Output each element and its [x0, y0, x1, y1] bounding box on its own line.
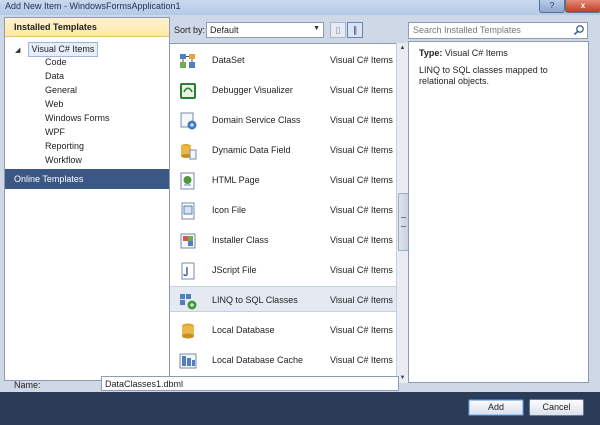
template-row-html-page[interactable]: HTML Page Visual C# Items	[170, 167, 398, 193]
search-icon[interactable]	[573, 24, 585, 36]
template-row-icon-file[interactable]: Icon File Visual C# Items	[170, 197, 398, 223]
type-label: Type:	[419, 48, 443, 58]
template-category: Visual C# Items	[330, 85, 393, 95]
help-button[interactable]: ?	[539, 0, 565, 13]
template-category: Visual C# Items	[330, 205, 393, 215]
icon-file-icon	[181, 202, 195, 220]
name-label: Name:	[14, 380, 41, 390]
tree-node-windows-forms[interactable]: Windows Forms	[45, 112, 110, 125]
debugger-visualizer-icon	[180, 83, 196, 99]
sort-by-label: Sort by:	[174, 25, 206, 35]
template-name: Debugger Visualizer	[212, 85, 293, 95]
local-database-cache-icon	[179, 353, 197, 369]
template-row-dataset[interactable]: DataSet Visual C# Items	[170, 47, 398, 73]
template-row-linq-to-sql-classes[interactable]: LINQ to SQL Classes Visual C# Items	[170, 286, 398, 312]
template-list-scrollbar[interactable]: ▲ ▼	[396, 43, 409, 383]
template-category: Visual C# Items	[330, 175, 393, 185]
window-title: Add New Item - WindowsFormsApplication1	[5, 1, 181, 11]
template-name: Icon File	[212, 205, 247, 215]
tree-node-visual-csharp-items[interactable]: ◢ Visual C# Items	[15, 42, 99, 57]
template-category: Visual C# Items	[330, 295, 393, 305]
template-name: Installer Class	[212, 235, 269, 245]
template-name: Domain Service Class	[212, 115, 301, 125]
template-type: Type: Visual C# Items	[419, 48, 508, 58]
installed-templates-header[interactable]: Installed Templates	[5, 18, 169, 37]
tree-node-data[interactable]: Data	[45, 70, 64, 83]
tree-node-reporting[interactable]: Reporting	[45, 140, 84, 153]
tree-node-code[interactable]: Code	[45, 56, 67, 69]
template-name: DataSet	[212, 55, 245, 65]
search-input[interactable]	[411, 24, 571, 36]
template-row-debugger-visualizer[interactable]: Debugger Visualizer Visual C# Items	[170, 77, 398, 103]
template-name: Local Database	[212, 325, 275, 335]
template-row-local-database[interactable]: Local Database Visual C# Items	[170, 317, 398, 343]
template-row-jscript-file[interactable]: JScript File Visual C# Items	[170, 257, 398, 283]
dropdown-arrow-icon: ▼	[313, 25, 320, 32]
template-category: Visual C# Items	[330, 115, 393, 125]
tree-node-wpf[interactable]: WPF	[45, 126, 65, 139]
installed-templates-label: Installed Templates	[14, 22, 97, 32]
cancel-button[interactable]: Cancel	[529, 399, 584, 416]
tree-node-label: Visual C# Items	[27, 42, 99, 57]
tree-node-workflow[interactable]: Workflow	[45, 154, 82, 167]
template-row-domain-service-class[interactable]: Domain Service Class Visual C# Items	[170, 107, 398, 133]
type-value: Visual C# Items	[444, 48, 508, 58]
template-category: Visual C# Items	[330, 235, 393, 245]
sort-by-value: Default	[210, 25, 239, 35]
name-field[interactable]	[101, 376, 399, 391]
template-name: HTML Page	[212, 175, 260, 185]
template-name: Dynamic Data Field	[212, 145, 291, 155]
template-category: Visual C# Items	[330, 145, 393, 155]
large-icons-view-button[interactable]: ∥	[347, 22, 363, 38]
template-name: LINQ to SQL Classes	[212, 295, 298, 305]
sort-by-dropdown[interactable]: Default ▼	[206, 22, 324, 38]
template-row-installer-class[interactable]: Installer Class Visual C# Items	[170, 227, 398, 253]
tree-node-general[interactable]: General	[45, 84, 77, 97]
template-category: Visual C# Items	[330, 265, 393, 275]
scroll-grip-icon	[401, 217, 406, 227]
close-button[interactable]: x	[565, 0, 600, 13]
template-categories-pane: Installed Templates ◢ Visual C# Items Co…	[4, 17, 170, 381]
dynamic-data-field-icon	[181, 144, 197, 160]
title-bar[interactable]: Add New Item - WindowsFormsApplication1 …	[0, 0, 600, 15]
template-category: Visual C# Items	[330, 325, 393, 335]
small-icons-view-button[interactable]: ▯	[330, 22, 346, 38]
template-name: JScript File	[212, 265, 257, 275]
local-database-icon	[182, 323, 194, 339]
dataset-icon	[180, 54, 195, 68]
jscript-file-icon	[181, 262, 195, 280]
collapse-arrow-icon[interactable]: ◢	[15, 44, 25, 57]
dialog-client-area: Installed Templates ◢ Visual C# Items Co…	[0, 15, 600, 425]
template-name: Local Database Cache	[212, 355, 304, 365]
scroll-up-arrow-icon[interactable]: ▲	[397, 43, 408, 53]
template-details-pane: Type: Visual C# Items LINQ to SQL classe…	[408, 41, 589, 383]
linq-to-sql-icon	[180, 294, 197, 310]
domain-service-icon	[180, 112, 197, 130]
online-templates-label: Online Templates	[14, 174, 84, 184]
dialog-button-bar: Add Cancel	[0, 392, 600, 425]
template-description: LINQ to SQL classes mapped to relational…	[419, 65, 548, 86]
template-category: Visual C# Items	[330, 55, 393, 65]
search-installed-templates-box[interactable]	[408, 22, 588, 39]
template-row-local-database-cache[interactable]: Local Database Cache Visual C# Items	[170, 347, 398, 373]
add-button[interactable]: Add	[468, 399, 524, 416]
template-list: DataSet Visual C# Items Debugger Visuali…	[169, 43, 399, 383]
template-row-dynamic-data-field[interactable]: Dynamic Data Field Visual C# Items	[170, 137, 398, 163]
installer-class-icon	[180, 233, 196, 249]
template-category: Visual C# Items	[330, 355, 393, 365]
tree-node-web[interactable]: Web	[45, 98, 63, 111]
html-page-icon	[180, 172, 195, 190]
online-templates-item[interactable]: Online Templates	[5, 169, 169, 189]
